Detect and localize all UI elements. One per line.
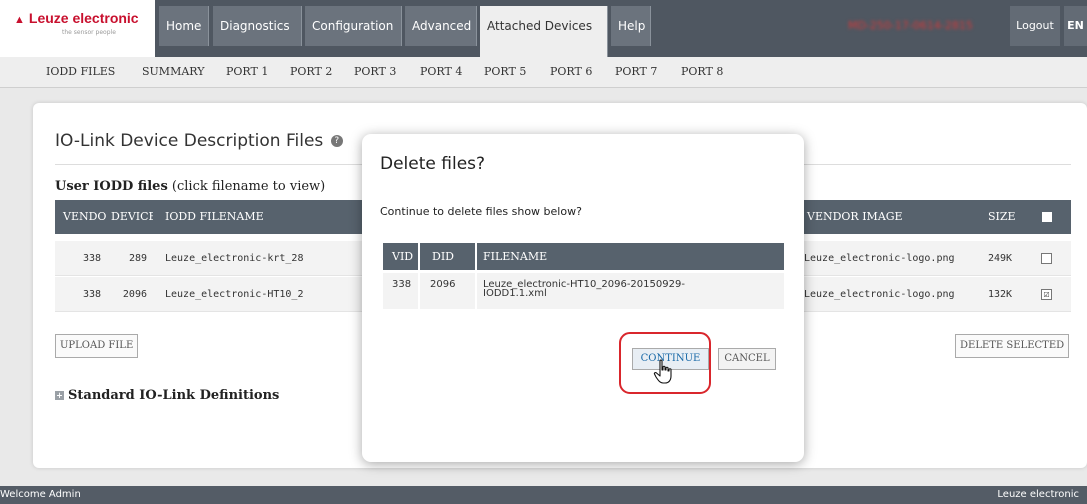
user-iodd-heading: User IODD files	[55, 179, 168, 194]
cell-select: ☑	[1022, 277, 1071, 312]
cell-vendor: 338	[55, 277, 107, 312]
brand-name: Leuze electronic	[28, 10, 139, 26]
subtab-port-5[interactable]: PORT 5	[484, 65, 526, 78]
logo-triangle-icon: ▲	[14, 14, 25, 26]
nav-tab-advanced[interactable]: Advanced	[405, 6, 477, 46]
standard-definitions-label: Standard IO-Link Definitions	[68, 388, 280, 403]
column-header-vendor: VENDOR	[55, 200, 107, 234]
delete-selected-button[interactable]: DELETE SELECTED	[955, 334, 1070, 358]
cell-size: 249K	[982, 241, 1022, 276]
dialog-filename-line2: IODD1.1.xml	[483, 288, 547, 299]
cell-vendor: 338	[55, 241, 107, 276]
help-icon[interactable]: ?	[330, 135, 343, 147]
subtab-iodd-files[interactable]: IODD FILES	[46, 65, 115, 78]
device-id-label: MD-250-17-0614-2815	[848, 19, 973, 32]
cell-device: 2096	[107, 277, 153, 312]
subtab-port-1[interactable]: PORT 1	[226, 65, 268, 78]
dialog-column-filename: FILENAME	[477, 243, 784, 270]
cell-size: 132K	[982, 277, 1022, 312]
select-all-checkbox[interactable]	[1042, 212, 1052, 222]
standard-definitions-toggle[interactable]: + Standard IO-Link Definitions	[55, 388, 279, 403]
footer-brand: Leuze electronic	[997, 489, 1079, 500]
nav-tab-attached-devices[interactable]: Attached Devices	[480, 6, 608, 57]
delete-files-dialog: Delete files? Continue to delete files s…	[362, 134, 804, 462]
column-header-size: SIZE	[982, 200, 1022, 234]
cell-vendor-image: Leuze_electronic-logo.png	[804, 277, 982, 312]
row-checkbox[interactable]: ☑	[1041, 289, 1052, 300]
subtab-summary[interactable]: SUMMARY	[142, 65, 204, 78]
user-iodd-note: (click filename to view)	[171, 179, 326, 194]
dialog-title: Delete files?	[380, 154, 486, 174]
subtab-port-7[interactable]: PORT 7	[615, 65, 657, 78]
subtab-port-6[interactable]: PORT 6	[550, 65, 592, 78]
cancel-button[interactable]: CANCEL	[718, 348, 776, 370]
top-navigation-bar: ▲ Leuze electronic the sensor people Home…	[0, 0, 1087, 57]
footer-bar: Welcome Admin Leuze electronic	[0, 486, 1087, 504]
logout-button[interactable]: Logout	[1010, 6, 1060, 46]
cell-filename-link[interactable]: Leuze_electronic-HT10_2	[153, 277, 363, 312]
subtab-port-8[interactable]: PORT 8	[681, 65, 723, 78]
dialog-message: Continue to delete files show below?	[380, 205, 582, 218]
column-header-device: DEVICE	[107, 200, 153, 234]
brand-logo[interactable]: ▲ Leuze electronic the sensor people	[0, 0, 155, 57]
panel-title: IO-Link Device Description Files	[55, 131, 324, 151]
nav-tab-help[interactable]: Help	[611, 6, 651, 46]
dialog-column-vid: VID	[383, 243, 418, 270]
nav-tab-configuration[interactable]: Configuration	[305, 6, 402, 46]
dialog-column-did: DID	[420, 243, 475, 270]
language-selector[interactable]: EN	[1064, 6, 1087, 46]
continue-button[interactable]: CONTINUE	[632, 348, 709, 370]
dialog-cell-did: 2096	[420, 273, 475, 309]
nav-tab-home[interactable]: Home	[159, 6, 209, 46]
column-header-select	[1022, 200, 1071, 234]
upload-file-button[interactable]: UPLOAD FILE	[55, 334, 139, 358]
cell-filename-link[interactable]: Leuze_electronic-krt_28	[153, 241, 363, 276]
subtab-port-3[interactable]: PORT 3	[354, 65, 396, 78]
subtab-port-4[interactable]: PORT 4	[420, 65, 462, 78]
cell-vendor-image: Leuze_electronic-logo.png	[804, 241, 982, 276]
sub-navigation: IODD FILES SUMMARY PORT 1 PORT 2 PORT 3 …	[0, 57, 1087, 88]
expand-plus-icon: +	[55, 390, 64, 400]
brand-tagline: the sensor people	[62, 29, 116, 36]
cell-device: 289	[107, 241, 153, 276]
dialog-cell-filename: Leuze_electronic-HT10_2096-20150929- IOD…	[477, 273, 784, 309]
row-checkbox[interactable]	[1041, 253, 1052, 264]
column-header-vendor-image: VENDOR IMAGE	[804, 200, 982, 234]
subtab-port-2[interactable]: PORT 2	[290, 65, 332, 78]
cell-select	[1022, 241, 1071, 276]
nav-tab-diagnostics[interactable]: Diagnostics	[213, 6, 302, 46]
dialog-cell-vid: 338	[383, 273, 418, 309]
welcome-text: Welcome Admin	[0, 489, 81, 500]
column-header-filename: IODD FILENAME	[153, 200, 363, 234]
